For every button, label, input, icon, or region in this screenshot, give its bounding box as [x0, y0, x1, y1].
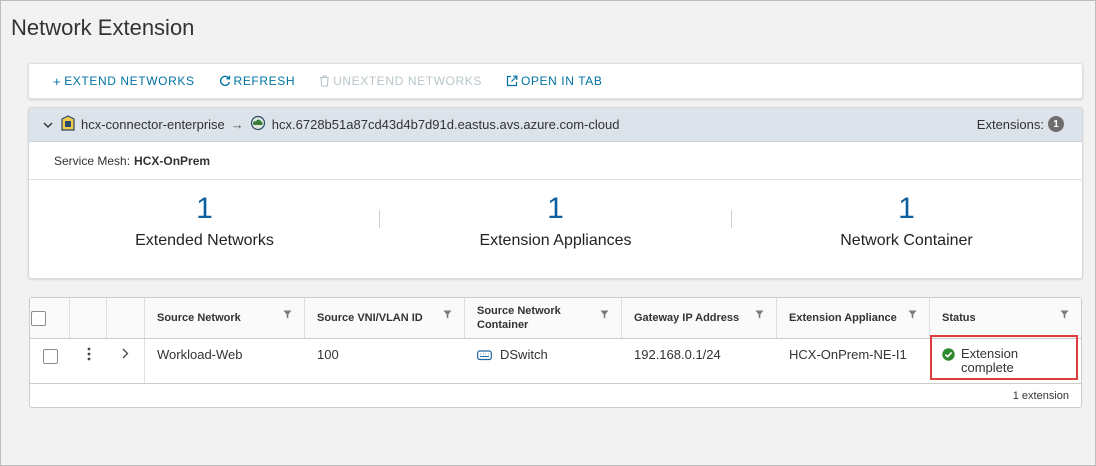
filter-icon[interactable] — [600, 309, 609, 323]
cell-gateway-ip: 192.168.0.1/24 — [634, 347, 721, 362]
column-title: Status — [942, 312, 976, 324]
filter-icon[interactable] — [1060, 309, 1069, 323]
column-title: Gateway IP Address — [634, 312, 740, 324]
stat-label: Extended Networks — [135, 232, 274, 249]
table-row[interactable]: Workload-Web 100 DSwitch 192.168.0.1/24 … — [30, 339, 1081, 384]
summary-stats: 1 Extended Networks 1 Extension Applianc… — [29, 180, 1082, 278]
container-name: DSwitch — [500, 347, 548, 362]
status-text: Extension complete — [961, 346, 1019, 375]
stat-value: 1 — [898, 192, 915, 225]
switch-icon — [477, 349, 492, 364]
unextend-networks-label: UNEXTEND NETWORKS — [333, 74, 482, 88]
status-value: Extension complete — [942, 347, 1057, 375]
filter-icon[interactable] — [443, 309, 452, 323]
action-toolbar: + EXTEND NETWORKS REFRESH UNEXTEND NETWO… — [28, 63, 1083, 99]
plus-icon: + — [53, 73, 62, 89]
site-pair-header[interactable]: hcx-connector-enterprise → hcx.6728b51a8… — [29, 108, 1082, 142]
grid-footer-count: 1 extension — [1012, 390, 1069, 402]
row-actions-cell — [70, 339, 107, 383]
header-spacer — [107, 298, 145, 338]
chevron-down-icon[interactable] — [43, 117, 53, 132]
service-mesh-label: Service Mesh: — [54, 153, 131, 168]
refresh-button[interactable]: REFRESH — [219, 74, 296, 88]
external-link-icon — [506, 75, 518, 87]
cell-status: Extension complete — [930, 339, 1081, 383]
header-spacer — [70, 298, 107, 338]
page-title: Network Extension — [11, 15, 195, 40]
destination-site-name: hcx.6728b51a87cd43d4b7d91d.eastus.avs.az… — [271, 117, 620, 132]
cloud-site-icon — [250, 115, 266, 134]
column-header-status[interactable]: Status — [930, 298, 1081, 338]
row-checkbox[interactable] — [42, 349, 58, 364]
check-circle-icon — [942, 348, 955, 364]
extend-networks-label: EXTEND NETWORKS — [64, 74, 195, 88]
filter-icon[interactable] — [283, 309, 292, 323]
stat-label: Network Container — [840, 232, 973, 249]
filter-icon[interactable] — [755, 309, 764, 323]
stat-network-container: 1 Network Container — [731, 180, 1082, 278]
service-mesh-row: Service Mesh: HCX-OnPrem — [29, 142, 1082, 180]
stat-extended-networks: 1 Extended Networks — [29, 180, 380, 278]
stat-value: 1 — [547, 192, 564, 225]
column-title: Source VNI/VLAN ID — [317, 312, 423, 324]
column-title: Extension Appliance — [789, 312, 897, 324]
open-in-tab-label: OPEN IN TAB — [520, 74, 603, 88]
row-select-cell — [30, 339, 70, 383]
stat-label: Extension Appliances — [479, 232, 632, 249]
column-header-extension-appliance[interactable]: Extension Appliance — [777, 298, 930, 338]
extensions-badge: 1 — [1048, 116, 1064, 132]
cell-extension-appliance: HCX-OnPrem-NE-I1 — [789, 347, 907, 362]
row-expand-cell — [107, 339, 145, 383]
building-icon — [61, 115, 75, 134]
column-title: Source Network — [157, 312, 241, 324]
refresh-icon — [219, 75, 231, 87]
trash-icon — [319, 75, 330, 87]
select-all-checkbox[interactable] — [31, 310, 46, 326]
source-site-name: hcx-connector-enterprise — [81, 117, 225, 132]
extend-networks-button[interactable]: + EXTEND NETWORKS — [53, 74, 195, 89]
chevron-right-icon[interactable] — [122, 347, 129, 362]
filter-icon[interactable] — [908, 309, 917, 323]
kebab-menu-icon[interactable] — [87, 347, 91, 363]
column-header-source-vni[interactable]: Source VNI/VLAN ID — [305, 298, 465, 338]
cell-source-vni: 100 — [317, 347, 339, 362]
extensions-grid: Source Network Source VNI/VLAN ID Source… — [29, 297, 1082, 408]
extensions-label: Extensions: — [976, 116, 1044, 132]
service-mesh-value: HCX-OnPrem — [134, 153, 211, 168]
grid-header: Source Network Source VNI/VLAN ID Source… — [30, 298, 1081, 339]
arrow-right-icon: → — [230, 117, 244, 132]
unextend-networks-button[interactable]: UNEXTEND NETWORKS — [319, 74, 482, 88]
cell-source-network: Workload-Web — [157, 347, 243, 362]
column-title: Source Network Container — [477, 305, 561, 331]
site-pair-card: hcx-connector-enterprise → hcx.6728b51a8… — [28, 107, 1083, 279]
column-header-gateway-ip[interactable]: Gateway IP Address — [622, 298, 777, 338]
extensions-count: Extensions: 1 — [977, 116, 1064, 132]
grid-footer: 1 extension — [30, 384, 1081, 407]
open-in-tab-button[interactable]: OPEN IN TAB — [506, 74, 603, 88]
column-header-source-container[interactable]: Source Network Container — [465, 298, 622, 338]
select-all-cell — [30, 298, 70, 338]
stat-extension-appliances: 1 Extension Appliances — [380, 180, 731, 278]
stat-value: 1 — [196, 192, 213, 225]
column-header-source-network[interactable]: Source Network — [145, 298, 305, 338]
refresh-label: REFRESH — [233, 74, 296, 88]
cell-source-container: DSwitch — [465, 339, 622, 383]
